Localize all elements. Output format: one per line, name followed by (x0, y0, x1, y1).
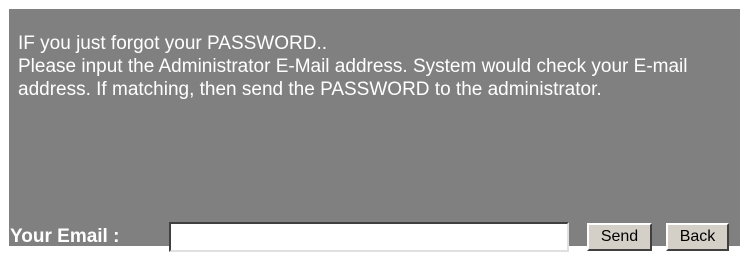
instructions-text: IF you just forgot your PASSWORD.. Pleas… (18, 32, 734, 101)
email-form-row: Your Email : Send Back (10, 222, 741, 252)
back-button[interactable]: Back (666, 223, 729, 251)
send-button[interactable]: Send (587, 223, 652, 251)
forgot-password-panel: IF you just forgot your PASSWORD.. Pleas… (9, 9, 740, 246)
email-input[interactable] (169, 222, 569, 252)
instructions-line-1: IF you just forgot your PASSWORD.. (18, 33, 328, 54)
instructions-line-2: Please input the Administrator E-Mail ad… (18, 56, 688, 100)
email-label: Your Email : (10, 226, 120, 247)
